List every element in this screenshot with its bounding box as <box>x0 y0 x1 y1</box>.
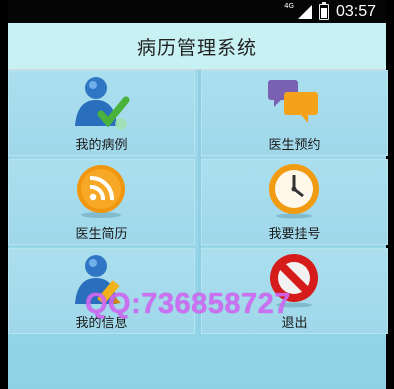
watermark-text: QQ:736858727 <box>85 288 291 320</box>
menu-tile-doctor-appointment[interactable]: 医生预约 <box>201 70 388 156</box>
app-screen: 4G 03:57 病历管理系统 我的病例 医生预约 医生简历 我要挂号 我的信息… <box>8 0 388 389</box>
signal-icon <box>297 4 312 19</box>
user-check-icon <box>75 77 130 130</box>
battery-icon <box>318 1 329 20</box>
title-bar: 病历管理系统 <box>8 23 386 70</box>
menu-tile-register[interactable]: 我要挂号 <box>201 159 388 245</box>
status-time: 03:57 <box>335 3 376 20</box>
menu-label: 我的病例 <box>75 138 128 153</box>
network-type: 4G <box>284 2 294 10</box>
menu-tile-doctor-resume[interactable]: 医生简历 <box>8 159 195 245</box>
status-bar: 4G 03:57 <box>8 0 386 23</box>
menu-tile-my-records[interactable]: 我的病例 <box>8 70 195 156</box>
page-title: 病历管理系统 <box>136 36 257 59</box>
menu-label: 医生简历 <box>75 227 128 242</box>
rss-icon <box>77 165 125 218</box>
clock-icon <box>269 164 319 219</box>
menu-label: 医生预约 <box>268 138 321 153</box>
chat-bubbles-icon <box>268 80 318 123</box>
menu-label: 我要挂号 <box>268 227 321 242</box>
